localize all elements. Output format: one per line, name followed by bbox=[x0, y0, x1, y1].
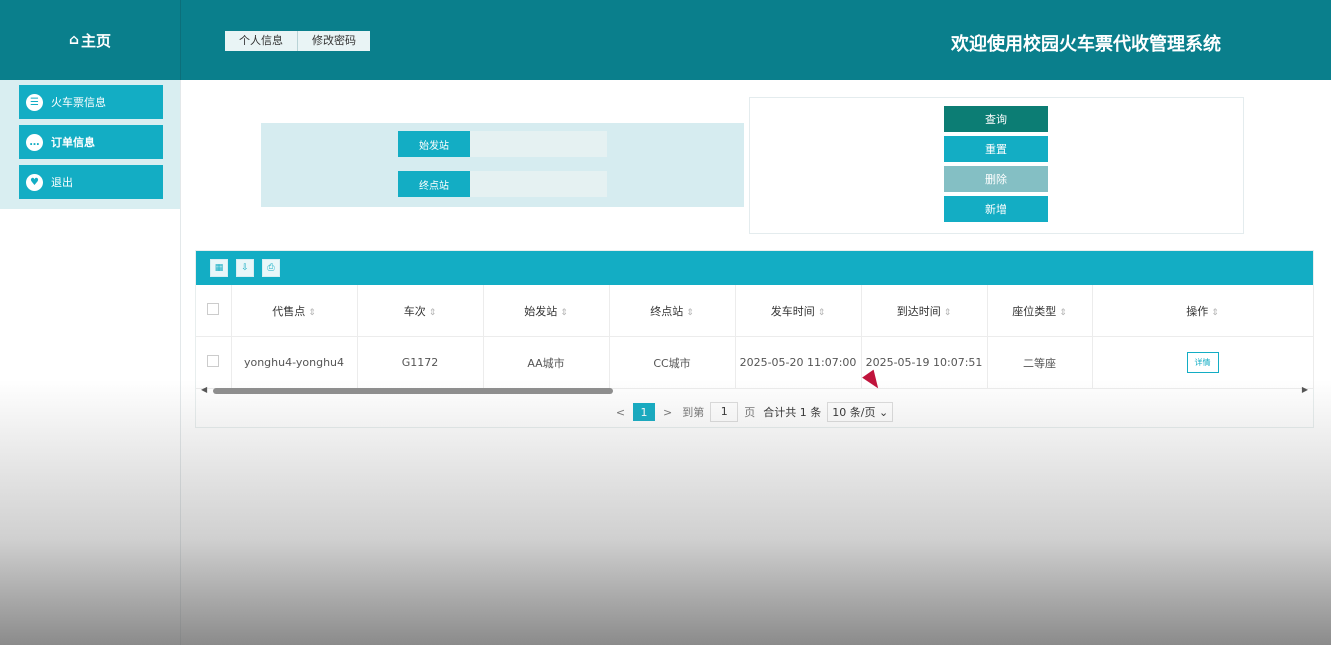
list-icon: ☰ bbox=[26, 93, 43, 111]
column-label: 操作 bbox=[1186, 304, 1209, 318]
cell-to: CC城市 bbox=[609, 336, 736, 389]
data-table-panel: ▦ ⇩ ⎙ 代售点 ⇕ 车次 ⇕ 始发站 ⇕ 终点站 ⇕ 发车时间 ⇕ 到达时间 ⇕ 座位类… bbox=[195, 250, 1314, 428]
cell-agent: yonghu4-yonghu4 bbox=[231, 336, 358, 389]
sort-icon[interactable]: ⇕ bbox=[560, 308, 568, 318]
column-label: 到达时间 bbox=[896, 304, 941, 318]
column-label: 车次 bbox=[403, 304, 426, 318]
chevron-down-icon: ⌄ bbox=[878, 406, 889, 419]
next-page-button[interactable]: > bbox=[663, 406, 672, 419]
sidebar: ☰ 火车票信息 … 订单信息 ♥ 退出 bbox=[0, 80, 181, 645]
column-header[interactable]: 车次 ⇕ bbox=[357, 285, 484, 337]
table-row[interactable]: yonghu4-yonghu4 G1172 AA城市 CC城市 2025-05-… bbox=[196, 336, 1314, 389]
sidebar-item-ticket-info[interactable]: ☰ 火车票信息 bbox=[19, 85, 163, 119]
sort-icon[interactable]: ⇕ bbox=[308, 308, 316, 318]
page-size-select[interactable]: 10 条/页 ⌄ bbox=[827, 402, 894, 422]
delete-button[interactable]: 删除 bbox=[944, 166, 1048, 192]
table-toolbar: ▦ ⇩ ⎙ bbox=[196, 251, 1313, 285]
column-label: 始发站 bbox=[524, 304, 558, 318]
pagination: < 1 > 到第 1 页 合计共 1 条 10 条/页 ⌄ bbox=[196, 401, 1313, 423]
cell-actions: 详情 bbox=[1092, 336, 1314, 389]
select-all-checkbox[interactable] bbox=[207, 303, 220, 315]
detail-button[interactable]: 详情 bbox=[1186, 352, 1219, 373]
prev-page-button[interactable]: < bbox=[616, 406, 625, 419]
cell-seat: 二等座 bbox=[987, 336, 1093, 389]
goto-label: 到第 bbox=[682, 406, 705, 419]
select-all-cell[interactable] bbox=[196, 285, 232, 337]
column-label: 终点站 bbox=[650, 304, 684, 318]
column-header[interactable]: 到达时间 ⇕ bbox=[861, 285, 988, 337]
start-station-label: 始发站 bbox=[398, 131, 470, 157]
column-label: 座位类型 bbox=[1012, 304, 1057, 318]
sidebar-item-order-info[interactable]: … 订单信息 bbox=[19, 125, 163, 159]
header-tabs: 个人信息 修改密码 bbox=[225, 31, 370, 51]
cell-train: G1172 bbox=[357, 336, 484, 389]
sidebar-menu: ☰ 火车票信息 … 订单信息 ♥ 退出 bbox=[0, 80, 180, 209]
start-station-row: 始发站 bbox=[398, 131, 607, 157]
tab-change-password[interactable]: 修改密码 bbox=[298, 31, 370, 51]
add-button[interactable]: 新增 bbox=[944, 196, 1048, 222]
grid-icon[interactable]: ▦ bbox=[210, 259, 228, 277]
tab-profile[interactable]: 个人信息 bbox=[225, 31, 298, 51]
column-header[interactable]: 终点站 ⇕ bbox=[609, 285, 736, 337]
sort-icon[interactable]: ⇕ bbox=[944, 308, 952, 318]
home-label: 主页 bbox=[81, 31, 112, 50]
column-header[interactable]: 座位类型 ⇕ bbox=[987, 285, 1093, 337]
sidebar-item-label: 退出 bbox=[51, 176, 73, 189]
page-size-value: 10 条/页 bbox=[832, 406, 876, 419]
sidebar-item-logout[interactable]: ♥ 退出 bbox=[19, 165, 163, 199]
print-icon[interactable]: ⎙ bbox=[262, 259, 280, 277]
reset-button[interactable]: 重置 bbox=[944, 136, 1048, 162]
header-bar: ⌂ 主页 个人信息 修改密码 欢迎使用校园火车票代收管理系统 bbox=[0, 0, 1331, 80]
sort-icon[interactable]: ⇕ bbox=[686, 308, 694, 318]
cell-from: AA城市 bbox=[483, 336, 610, 389]
sort-icon[interactable]: ⇕ bbox=[429, 308, 437, 318]
sort-icon[interactable]: ⇕ bbox=[1211, 308, 1219, 318]
row-checkbox[interactable] bbox=[207, 355, 220, 367]
query-button[interactable]: 查询 bbox=[944, 106, 1048, 132]
table-header-row: 代售点 ⇕ 车次 ⇕ 始发站 ⇕ 终点站 ⇕ 发车时间 ⇕ 到达时间 ⇕ 座位类型 ⇕ 操作 ⇕ bbox=[196, 285, 1314, 337]
start-station-input[interactable] bbox=[470, 131, 607, 157]
current-page[interactable]: 1 bbox=[633, 403, 656, 421]
sort-icon[interactable]: ⇕ bbox=[1059, 308, 1067, 318]
column-header[interactable]: 代售点 ⇕ bbox=[231, 285, 358, 337]
horizontal-scrollbar[interactable]: ◀ ▶ bbox=[196, 385, 1313, 397]
sidebar-item-label: 火车票信息 bbox=[51, 96, 106, 109]
scrollbar-thumb[interactable] bbox=[213, 388, 613, 394]
system-title: 欢迎使用校园火车票代收管理系统 bbox=[951, 34, 1221, 55]
sort-icon[interactable]: ⇕ bbox=[818, 308, 826, 318]
chat-icon: … bbox=[26, 133, 43, 151]
page-unit-label: 页 bbox=[744, 406, 756, 419]
sidebar-item-label: 订单信息 bbox=[51, 136, 95, 149]
end-station-label: 终点站 bbox=[398, 171, 470, 197]
home-link[interactable]: ⌂ 主页 bbox=[0, 0, 181, 80]
end-station-input[interactable] bbox=[470, 171, 607, 197]
export-icon[interactable]: ⇩ bbox=[236, 259, 254, 277]
column-label: 代售点 bbox=[272, 304, 306, 318]
column-label: 发车时间 bbox=[770, 304, 815, 318]
cell-depart: 2025-05-20 11:07:00 bbox=[735, 336, 862, 389]
column-header[interactable]: 始发站 ⇕ bbox=[483, 285, 610, 337]
action-panel: 查询 重置 删除 新增 bbox=[749, 97, 1244, 234]
search-panel: 始发站 终点站 bbox=[261, 123, 744, 207]
goto-page-input[interactable]: 1 bbox=[710, 402, 739, 422]
home-icon: ⌂ bbox=[68, 32, 79, 48]
data-table: 代售点 ⇕ 车次 ⇕ 始发站 ⇕ 终点站 ⇕ 发车时间 ⇕ 到达时间 ⇕ 座位类型 ⇕ 操作 ⇕… bbox=[196, 285, 1314, 389]
end-station-row: 终点站 bbox=[398, 171, 607, 197]
column-header[interactable]: 操作 ⇕ bbox=[1092, 285, 1314, 337]
total-count: 合计共 1 条 bbox=[763, 406, 822, 419]
column-header[interactable]: 发车时间 ⇕ bbox=[735, 285, 862, 337]
row-select-cell[interactable] bbox=[196, 336, 232, 389]
scroll-left-icon[interactable]: ◀ bbox=[201, 385, 207, 394]
scroll-right-icon[interactable]: ▶ bbox=[1302, 385, 1308, 394]
heart-icon: ♥ bbox=[26, 173, 43, 191]
